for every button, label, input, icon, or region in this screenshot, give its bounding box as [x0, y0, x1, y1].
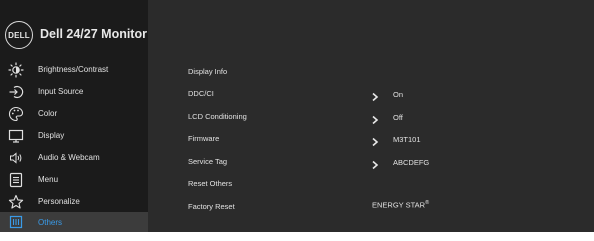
menu-item-label: Audio & Webcam — [38, 153, 100, 162]
menu-item-label: Others — [38, 218, 63, 227]
others-item-firmware[interactable]: Firmware — [188, 134, 219, 148]
color-palette-icon — [8, 106, 24, 122]
others-item-display-info[interactable]: Display Info — [188, 67, 227, 81]
display-monitor-icon — [8, 128, 24, 144]
chevron-right-icon — [370, 89, 380, 102]
menu-item-others[interactable]: Others — [0, 212, 148, 232]
osd-header: DELL Dell 24/27 Monitor — [0, 0, 148, 56]
registered-mark: ® — [425, 200, 430, 206]
chevron-right-icon — [370, 112, 380, 125]
service-tag-value: ABCDEFG — [393, 158, 430, 167]
menu-item-color[interactable]: Color — [0, 103, 148, 125]
monitor-osd: DELL Dell 24/27 Monitor Brightness/Contr… — [0, 0, 594, 232]
others-icon — [8, 214, 24, 230]
osd-title: Dell 24/27 Monitor — [40, 27, 147, 41]
input-source-icon — [8, 84, 24, 100]
brightness-icon — [8, 62, 24, 78]
menu-item-label: Brightness/Contrast — [38, 65, 109, 74]
menu-list-icon — [8, 172, 24, 188]
menu-item-brightness-contrast[interactable]: Brightness/Contrast — [0, 59, 148, 81]
energy-star-label: ENERGY STAR® — [372, 200, 429, 210]
firmware-value: M3T101 — [393, 135, 421, 144]
chevron-right-icon — [370, 157, 380, 170]
chevron-right-icon — [370, 134, 380, 147]
energy-star-text: ENERGY STAR — [372, 200, 426, 210]
menu-item-label: Menu — [38, 175, 59, 184]
menu-item-personalize[interactable]: Personalize — [0, 191, 148, 213]
others-item-service-tag[interactable]: Service Tag — [188, 157, 227, 171]
menu-item-label: Input Source — [38, 87, 84, 96]
ddc-ci-value: On — [393, 90, 404, 99]
dell-logo: DELL — [5, 21, 33, 49]
osd-sidebar: DELL Dell 24/27 Monitor Brightness/Contr… — [0, 0, 148, 232]
menu-item-input-source[interactable]: Input Source — [0, 81, 148, 103]
menu-item-label: Personalize — [38, 197, 80, 206]
lcd-conditioning-value: Off — [393, 113, 403, 122]
menu-item-audio-webcam[interactable]: Audio & Webcam — [0, 147, 148, 169]
menu-item-label: Display — [38, 131, 65, 140]
menu-item-display[interactable]: Display — [0, 125, 148, 147]
star-icon — [8, 194, 24, 210]
others-item-factory-reset[interactable]: Factory Reset — [188, 202, 235, 216]
others-item-ddc-ci[interactable]: DDC/CI — [188, 89, 214, 103]
speaker-icon — [8, 150, 24, 166]
others-item-lcd-conditioning[interactable]: LCD Conditioning — [188, 112, 247, 126]
menu-item-label: Color — [38, 109, 58, 118]
others-item-reset-others[interactable]: Reset Others — [188, 179, 232, 193]
menu-item-menu[interactable]: Menu — [0, 169, 148, 191]
